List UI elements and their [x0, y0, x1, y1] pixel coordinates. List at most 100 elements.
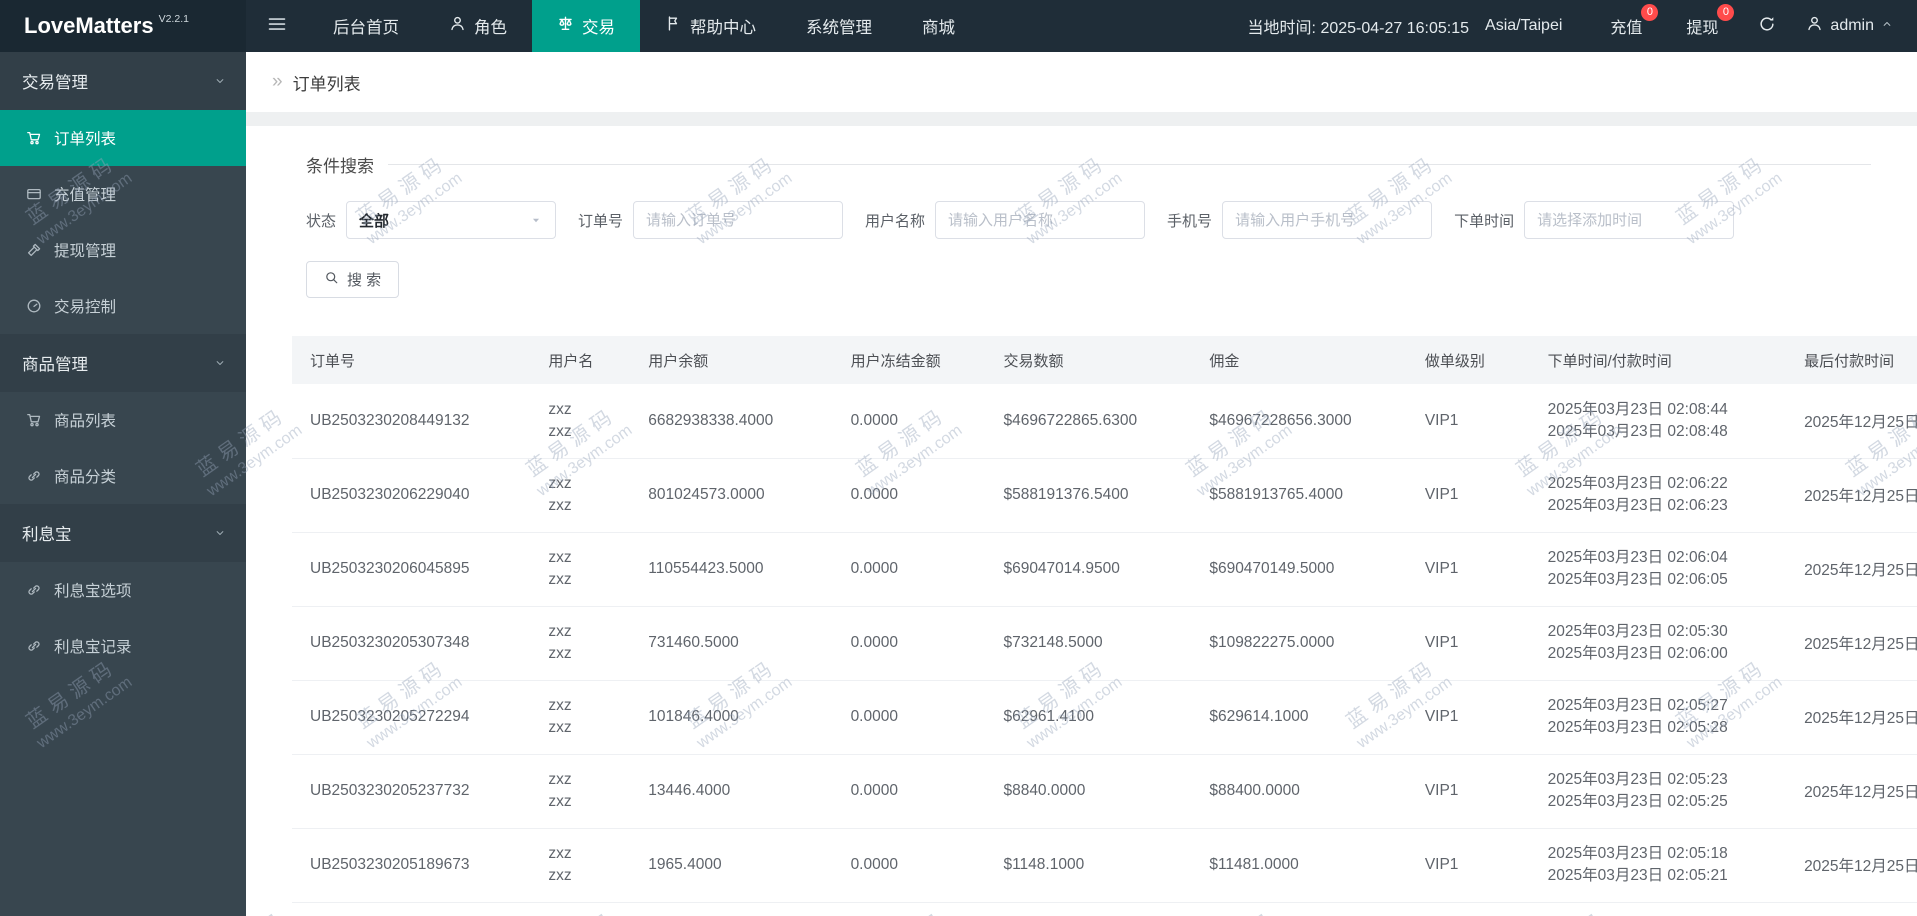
cell-username: zxz zxz [530, 458, 631, 533]
cell-order-no: UB2503230206229040 [292, 458, 531, 533]
cell-times: 2025年03月23日 02:05:30 2025年03月23日 02:06:00 [1529, 606, 1787, 681]
orders-table-wrap: 订单号 用户名 用户余额 用户冻结金额 交易数额 佣金 做单级别 下单时间/付款时间 最后付款时… [292, 336, 1917, 903]
breadcrumb: » 订单列表 [246, 52, 1917, 112]
column-header: 下单时间/付款时间 [1529, 336, 1787, 384]
cell-amount: $8840.0000 [985, 754, 1192, 829]
content-card: 条件搜索 状态 全部 订单号 用户名称 手机号 下单时间 搜 索 订单号用户名用户余额… [246, 126, 1917, 916]
cell-username: zxz zxz [530, 384, 631, 459]
sidebar-section-interest-treasure[interactable]: 利息宝 [0, 504, 246, 562]
search-button[interactable]: 搜 索 [306, 261, 400, 298]
cell-last-pay-time: 2025年12月25日 20:45:27 [1786, 680, 1917, 755]
sidebar-section-trade-management[interactable]: 交易管理 [0, 52, 246, 110]
cell-last-pay-time: 2025年12月25日 20:48:44 [1786, 384, 1917, 459]
breadcrumb-icon: » [272, 71, 283, 92]
cell-balance: 731460.5000 [630, 606, 833, 681]
status-select[interactable]: 全部 [346, 201, 557, 239]
field-label: 下单时间 [1454, 212, 1515, 230]
cell-times: 2025年03月23日 02:06:22 2025年03月23日 02:06:23 [1529, 458, 1787, 533]
withdraw-label: 提现 [1686, 20, 1719, 37]
cell-last-pay-time: 2025年12月25日 20:46:22 [1786, 458, 1917, 533]
cell-level: VIP1 [1406, 680, 1530, 755]
column-header: 订单号 [292, 336, 531, 384]
link-icon [26, 468, 42, 484]
search-button-label: 搜 索 [347, 272, 382, 289]
cell-frozen: 0.0000 [832, 532, 986, 607]
caret-down-icon [529, 213, 543, 227]
table-row: UB2503230205189673 zxz zxz 1965.4000 0.0000 $… [292, 828, 1917, 903]
cell-frozen: 0.0000 [832, 828, 986, 903]
order-no-input[interactable] [633, 201, 844, 239]
cell-commission: $690470149.5000 [1191, 532, 1407, 607]
cell-times: 2025年03月23日 02:05:23 2025年03月23日 02:05:25 [1529, 754, 1787, 829]
cell-amount: $1148.1000 [985, 828, 1192, 903]
nav-item-home[interactable]: 后台首页 [308, 0, 424, 52]
sidebar-item-trade-control[interactable]: 交易控制 [0, 278, 246, 334]
sidebar-item-product-category[interactable]: 商品分类 [0, 448, 246, 504]
column-header: 佣金 [1191, 336, 1407, 384]
sidebar-toggle-button[interactable] [246, 0, 308, 52]
order-time-input[interactable] [1524, 201, 1735, 239]
sidebar-item-label: 利息宝记录 [54, 639, 132, 656]
cell-username: zxz zxz [530, 532, 631, 607]
phone-input[interactable] [1222, 201, 1433, 239]
table-row: UB2503230205237732 zxz zxz 13446.4000 0.0000… [292, 754, 1917, 829]
refresh-button[interactable] [1740, 15, 1794, 38]
cell-balance: 110554423.5000 [630, 532, 833, 607]
withdraw-button[interactable]: 提现 0 [1664, 4, 1740, 38]
user-menu[interactable]: admin [1794, 15, 1917, 37]
card-icon [26, 186, 42, 202]
username-input[interactable] [935, 201, 1146, 239]
cell-times: 2025年03月23日 02:05:27 2025年03月23日 02:05:28 [1529, 680, 1787, 755]
cell-commission: $629614.1000 [1191, 680, 1407, 755]
cell-frozen: 0.0000 [832, 754, 986, 829]
recharge-button[interactable]: 充值 0 [1588, 4, 1664, 38]
cell-level: VIP1 [1406, 532, 1530, 607]
cell-balance: 801024573.0000 [630, 458, 833, 533]
cell-commission: $109822275.0000 [1191, 606, 1407, 681]
search-title-label: 条件搜索 [306, 157, 374, 176]
sidebar-item-recharge-management[interactable]: 充值管理 [0, 166, 246, 222]
search-group-status: 状态 全部 [306, 201, 557, 239]
nav-item-help-center[interactable]: 帮助中心 [640, 0, 781, 52]
sidebar-item-label: 充值管理 [54, 187, 117, 204]
nav-item-mall[interactable]: 商城 [897, 0, 980, 52]
navbar-right: 当地时间: 2025-04-27 16:05:15 Asia/Taipei 充值… [1248, 0, 1917, 52]
nav-item-roles[interactable]: 角色 [424, 0, 532, 52]
sidebar-section-product-management[interactable]: 商品管理 [0, 334, 246, 392]
sidebar-item-label: 利息宝选项 [54, 583, 132, 600]
sidebar-item-withdraw-management[interactable]: 提现管理 [0, 222, 246, 278]
cell-order-no: UB2503230205189673 [292, 828, 531, 903]
cell-level: VIP1 [1406, 754, 1530, 829]
search-section-title: 条件搜索 [306, 152, 1871, 177]
nav-item-label: 商城 [922, 19, 955, 37]
sidebar-item-order-list[interactable]: 订单列表 [0, 110, 246, 166]
column-header: 用户冻结金额 [832, 336, 986, 384]
table-row: UB2503230205307348 zxz zxz 731460.5000 0.000… [292, 606, 1917, 681]
search-group-order-no: 订单号 [578, 201, 844, 239]
username: admin [1830, 17, 1874, 34]
main-content: » 订单列表 条件搜索 状态 全部 订单号 用户名称 手机号 下单时间 搜 索 订单号… [246, 52, 1917, 916]
nav-item-system[interactable]: 系统管理 [781, 0, 897, 52]
cell-amount: $4696722865.6300 [985, 384, 1192, 459]
sidebar-item-interest-options[interactable]: 利息宝选项 [0, 562, 246, 618]
nav-item-trade[interactable]: 交易 [532, 0, 640, 52]
brand-logo: LoveMatters V2.2.1 [0, 0, 246, 52]
column-header: 最后付款时间 [1786, 336, 1917, 384]
sidebar-item-interest-records[interactable]: 利息宝记录 [0, 618, 246, 674]
sidebar-item-product-list[interactable]: 商品列表 [0, 392, 246, 448]
cell-times: 2025年03月23日 02:05:18 2025年03月23日 02:05:21 [1529, 828, 1787, 903]
cell-balance: 6682938338.4000 [630, 384, 833, 459]
cell-last-pay-time: 2025年12月25日 20:46:04 [1786, 532, 1917, 607]
cell-frozen: 0.0000 [832, 606, 986, 681]
scale-icon [557, 15, 574, 37]
cell-last-pay-time: 2025年12月25日 20:45:23 [1786, 754, 1917, 829]
cell-times: 2025年03月23日 02:06:04 2025年03月23日 02:06:05 [1529, 532, 1787, 607]
nav-item-label: 角色 [474, 19, 507, 37]
gauge-icon [26, 298, 42, 314]
refresh-icon [1758, 15, 1776, 38]
sidebar-item-label: 商品列表 [54, 413, 117, 430]
cell-frozen: 0.0000 [832, 458, 986, 533]
local-time: 当地时间: 2025-04-27 16:05:15 [1247, 20, 1470, 37]
menu-icon [267, 14, 287, 39]
cell-amount: $62961.4100 [985, 680, 1192, 755]
